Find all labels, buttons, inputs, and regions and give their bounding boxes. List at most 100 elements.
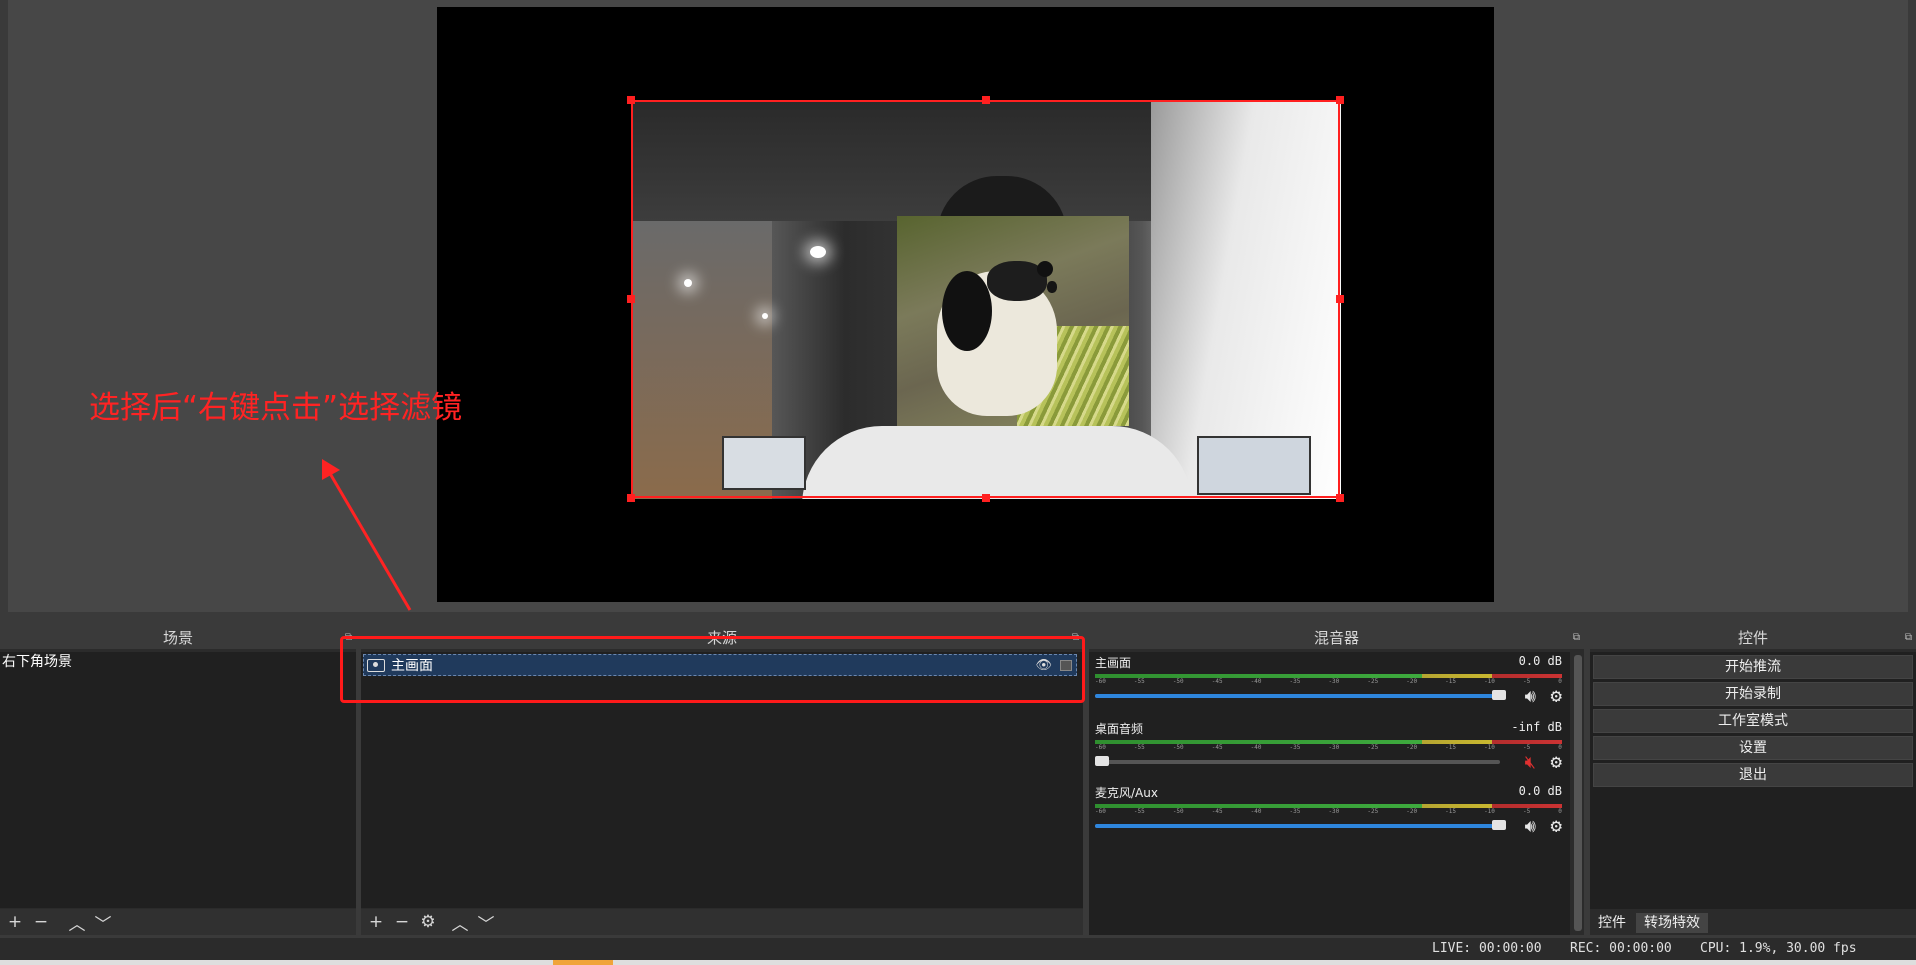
meter-tick-label: -35: [1289, 678, 1301, 685]
meter-tick-label: -25: [1367, 808, 1379, 815]
meter-tick-label: -10: [1484, 678, 1495, 685]
meter-ticks: -60 -55 -50 -45 -40 -35 -30 -25 -20 -15 -10 -5 0: [1095, 744, 1562, 751]
meter-tick-label: -35: [1289, 744, 1301, 751]
meter-tick-label: -60: [1095, 678, 1106, 685]
slider-knob[interactable]: [1095, 756, 1109, 766]
muted-speaker-icon[interactable]: 🔇︎: [1525, 752, 1536, 773]
sources-toolbar: + − ⚙ ︿ ﹀: [361, 909, 1083, 935]
slider-knob[interactable]: [1492, 690, 1506, 700]
meter-tick-label: -15: [1445, 744, 1456, 751]
meter-tick-label: -50: [1172, 808, 1184, 815]
camera-icon: [367, 658, 385, 672]
gear-icon[interactable]: ⚙: [1551, 685, 1562, 707]
start-recording-button[interactable]: 开始录制: [1593, 682, 1913, 706]
volume-slider[interactable]: [1095, 756, 1500, 766]
tab-controls[interactable]: 控件: [1590, 913, 1634, 933]
meter-ticks: -60 -55 -50 -45 -40 -35 -30 -25 -20 -15 -10 -5 0: [1095, 808, 1562, 815]
float-dock-icon[interactable]: ⧉: [1573, 627, 1580, 649]
meter-tick-label: -50: [1172, 744, 1184, 751]
resize-handle[interactable]: [982, 494, 990, 502]
panda-ear: [1037, 261, 1053, 277]
meter-tick-label: -55: [1133, 678, 1145, 685]
move-down-icon[interactable]: ﹀: [475, 911, 497, 935]
sources-dock: 来源 ⧉ 主画面 👁 + − ⚙ ︿ ﹀: [361, 627, 1083, 935]
float-dock-icon[interactable]: ⧉: [1072, 627, 1079, 649]
source-list[interactable]: 主画面 👁: [361, 652, 1083, 908]
settings-button[interactable]: 设置: [1593, 736, 1913, 760]
resize-handle[interactable]: [627, 295, 635, 303]
resize-handle[interactable]: [1336, 494, 1344, 502]
add-source-button[interactable]: +: [365, 911, 387, 933]
move-up-icon[interactable]: ︿: [66, 911, 88, 935]
monitor: [1197, 436, 1311, 495]
tab-transitions[interactable]: 转场特效: [1636, 913, 1708, 933]
gear-icon[interactable]: ⚙: [1551, 751, 1562, 773]
resize-handle[interactable]: [1336, 295, 1344, 303]
panda-arm: [942, 271, 992, 351]
meter-tick-label: -20: [1406, 678, 1418, 685]
meter-tick-label: -30: [1328, 744, 1340, 751]
move-up-icon[interactable]: ︿: [449, 911, 471, 935]
speaker-icon[interactable]: 🔊︎: [1525, 816, 1536, 837]
scenes-toolbar: + − ︿ ﹀: [0, 909, 356, 935]
remove-source-button[interactable]: −: [391, 911, 413, 933]
source-properties-gear-icon[interactable]: ⚙: [417, 911, 439, 933]
studio-mode-button[interactable]: 工作室模式: [1593, 709, 1913, 733]
volume-slider[interactable]: [1095, 820, 1506, 830]
sources-dock-title: 来源 ⧉: [361, 627, 1083, 649]
remove-scene-button[interactable]: −: [30, 911, 52, 933]
webcam-source-image[interactable]: [632, 101, 1341, 499]
resize-handle[interactable]: [982, 96, 990, 104]
lock-icon[interactable]: [1060, 659, 1072, 671]
resize-handle[interactable]: [627, 494, 635, 502]
taskbar-accent: [553, 960, 613, 965]
status-bar: LIVE: 00:00:00 REC: 00:00:00 CPU: 1.9%, …: [0, 938, 1916, 960]
mixer-scrollbar[interactable]: [1574, 655, 1582, 931]
start-streaming-button[interactable]: 开始推流: [1593, 655, 1913, 679]
channel-db: -inf dB: [1511, 720, 1562, 734]
scenes-dock: 场景 ⧉ 右下角场景 + − ︿ ﹀: [0, 627, 356, 935]
meter-tick-label: 0: [1558, 808, 1562, 815]
controls-dock-title: 控件 ⧉: [1590, 627, 1916, 649]
meter-tick-label: -5: [1522, 678, 1531, 685]
visibility-eye-icon[interactable]: 👁: [1035, 658, 1052, 673]
slider-knob[interactable]: [1492, 820, 1506, 830]
meter-tick-label: -30: [1328, 808, 1340, 815]
output-canvas[interactable]: [437, 7, 1494, 602]
meter-tick-label: -25: [1367, 678, 1379, 685]
taskbar-strip: [0, 960, 1916, 965]
float-dock-icon[interactable]: ⧉: [1905, 627, 1912, 649]
annotation-text: 选择后“右键点击”选择滤镜: [89, 390, 463, 426]
source-item[interactable]: 主画面 👁: [363, 654, 1077, 676]
float-dock-icon[interactable]: ⧉: [345, 627, 352, 649]
scene-list[interactable]: 右下角场景: [0, 652, 356, 908]
scene-item[interactable]: 右下角场景: [0, 652, 356, 672]
controls-tabs: 控件 转场特效: [1590, 913, 1708, 933]
resize-handle[interactable]: [627, 96, 635, 104]
meter-tick-label: 0: [1558, 678, 1562, 685]
mixer-channel: 主画面 0.0 dB -60 -55 -50 -45 -40 -35 -30 -25 -20 -15…: [1089, 652, 1570, 714]
meter-tick-label: -55: [1133, 744, 1145, 751]
volume-slider[interactable]: [1095, 690, 1506, 700]
gear-icon[interactable]: ⚙: [1551, 815, 1562, 837]
meter-tick-label: -5: [1522, 808, 1531, 815]
add-scene-button[interactable]: +: [4, 911, 26, 933]
meter-tick-label: -50: [1172, 678, 1184, 685]
meter-tick-label: -45: [1211, 808, 1223, 815]
panda-eye: [1047, 281, 1057, 293]
channel-db: 0.0 dB: [1518, 654, 1562, 668]
preview-area[interactable]: [8, 0, 1908, 612]
exit-button[interactable]: 退出: [1593, 763, 1913, 787]
move-down-icon[interactable]: ﹀: [92, 911, 114, 935]
resize-handle[interactable]: [1336, 96, 1344, 104]
meter-tick-label: -60: [1095, 808, 1106, 815]
meter-tick-label: -55: [1133, 808, 1145, 815]
meter-tick-label: -40: [1250, 744, 1262, 751]
mixer-dock-title: 混音器 ⧉: [1089, 627, 1584, 649]
meter-tick-label: -15: [1445, 678, 1456, 685]
source-label: 主画面: [391, 658, 433, 674]
speaker-icon[interactable]: 🔊︎: [1525, 686, 1536, 707]
controls-panel: 开始推流 开始录制 工作室模式 设置 退出: [1590, 652, 1916, 909]
channel-name: 桌面音频: [1095, 722, 1144, 736]
meter-tick-label: 0: [1558, 744, 1562, 751]
